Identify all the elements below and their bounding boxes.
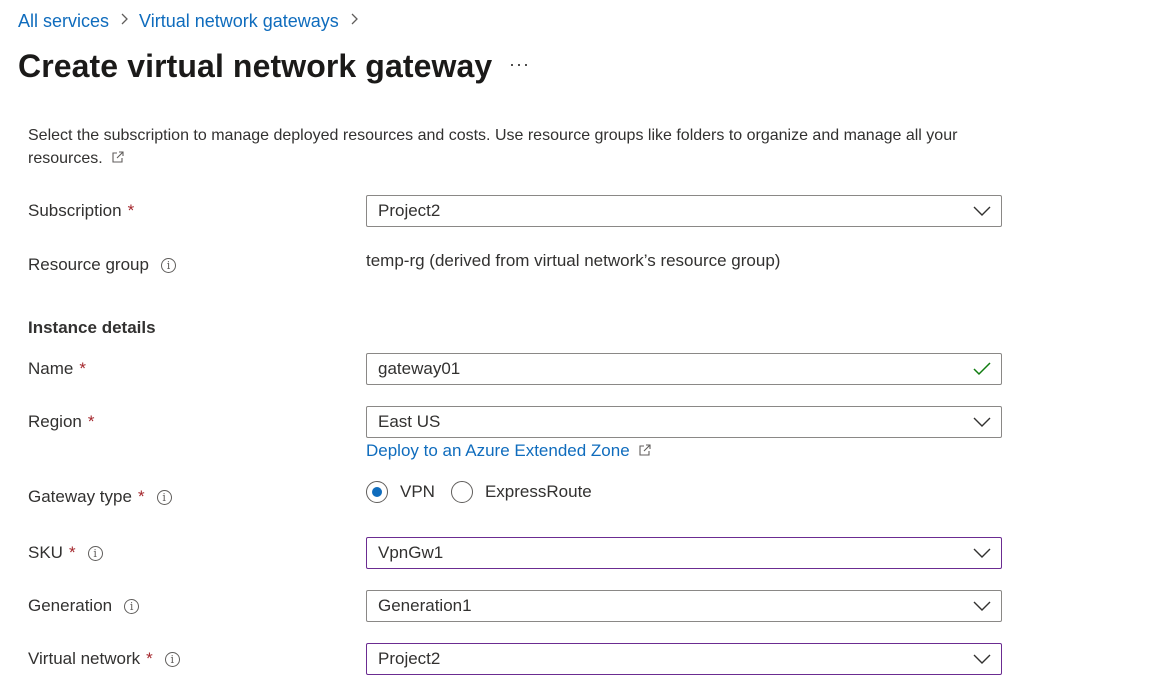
required-marker: * bbox=[146, 649, 153, 668]
checkmark-icon bbox=[973, 362, 991, 376]
sku-label: SKU * i bbox=[28, 543, 103, 563]
subscription-label: Subscription * bbox=[28, 201, 134, 221]
virtual-network-value: Project2 bbox=[378, 649, 441, 668]
gateway-type-label-text: Gateway type bbox=[28, 487, 132, 506]
resource-group-value: temp-rg (derived from virtual network’s … bbox=[366, 251, 781, 270]
breadcrumb-virtual-network-gateways[interactable]: Virtual network gateways bbox=[139, 11, 339, 32]
instance-details-heading: Instance details bbox=[28, 318, 156, 337]
subscription-value: Project2 bbox=[378, 201, 441, 220]
radio-expressroute-label[interactable]: ExpressRoute bbox=[485, 482, 592, 502]
chevron-down-icon bbox=[973, 206, 991, 216]
region-label-text: Region bbox=[28, 412, 82, 431]
chevron-right-icon bbox=[343, 12, 365, 31]
chevron-down-icon bbox=[973, 417, 991, 427]
chevron-right-icon bbox=[113, 12, 135, 31]
extended-zone-link-text: Deploy to an Azure Extended Zone bbox=[366, 441, 630, 460]
subscription-description: Select the subscription to manage deploy… bbox=[28, 124, 1018, 171]
extended-zone-link[interactable]: Deploy to an Azure Extended Zone bbox=[366, 441, 652, 462]
sku-dropdown[interactable]: VpnGw1 bbox=[366, 537, 1002, 569]
gateway-type-radio-group: VPN ExpressRoute bbox=[366, 481, 608, 503]
resource-group-label: Resource group i bbox=[28, 255, 176, 275]
sku-label-text: SKU bbox=[28, 543, 63, 562]
external-link-icon bbox=[638, 442, 652, 462]
info-icon[interactable]: i bbox=[124, 598, 140, 614]
region-dropdown[interactable]: East US bbox=[366, 406, 1002, 438]
virtual-network-label: Virtual network * i bbox=[28, 649, 180, 669]
virtual-network-dropdown[interactable]: Project2 bbox=[366, 643, 1002, 675]
chevron-down-icon bbox=[973, 601, 991, 611]
name-input[interactable]: gateway01 bbox=[366, 353, 1002, 385]
generation-value: Generation1 bbox=[378, 596, 472, 615]
info-icon[interactable]: i bbox=[160, 257, 176, 273]
radio-vpn[interactable] bbox=[366, 481, 388, 503]
breadcrumb-all-services[interactable]: All services bbox=[18, 11, 109, 32]
more-icon[interactable]: ··· bbox=[509, 54, 530, 75]
subscription-label-text: Subscription bbox=[28, 201, 122, 220]
required-marker: * bbox=[79, 359, 86, 378]
required-marker: * bbox=[87, 412, 95, 431]
info-icon[interactable]: i bbox=[156, 489, 172, 505]
sku-value: VpnGw1 bbox=[378, 543, 444, 562]
required-marker: * bbox=[68, 543, 76, 562]
page-title: Create virtual network gateway bbox=[18, 48, 493, 84]
radio-expressroute[interactable] bbox=[450, 481, 473, 503]
name-value: gateway01 bbox=[378, 359, 461, 378]
virtual-network-label-text: Virtual network bbox=[28, 649, 141, 668]
breadcrumb: All services Virtual network gateways bbox=[18, 11, 369, 32]
name-label: Name * bbox=[28, 359, 86, 379]
name-label-text: Name bbox=[28, 359, 74, 378]
required-marker: * bbox=[127, 201, 135, 220]
chevron-down-icon bbox=[973, 548, 991, 558]
radio-selected-dot bbox=[372, 487, 382, 497]
info-icon[interactable]: i bbox=[164, 651, 180, 667]
generation-label-text: Generation bbox=[28, 596, 113, 615]
info-icon[interactable]: i bbox=[87, 545, 103, 561]
subscription-dropdown[interactable]: Project2 bbox=[366, 195, 1002, 227]
external-link-icon[interactable] bbox=[111, 148, 125, 171]
resource-group-label-text: Resource group bbox=[28, 255, 149, 274]
description-text: Select the subscription to manage deploy… bbox=[28, 127, 958, 167]
required-marker: * bbox=[137, 487, 145, 506]
generation-dropdown[interactable]: Generation1 bbox=[366, 590, 1002, 622]
radio-vpn-label[interactable]: VPN bbox=[400, 482, 435, 502]
gateway-type-label: Gateway type * i bbox=[28, 487, 172, 507]
region-value: East US bbox=[378, 412, 441, 431]
generation-label: Generation i bbox=[28, 596, 140, 616]
region-label: Region * bbox=[28, 412, 95, 432]
chevron-down-icon bbox=[973, 654, 991, 664]
